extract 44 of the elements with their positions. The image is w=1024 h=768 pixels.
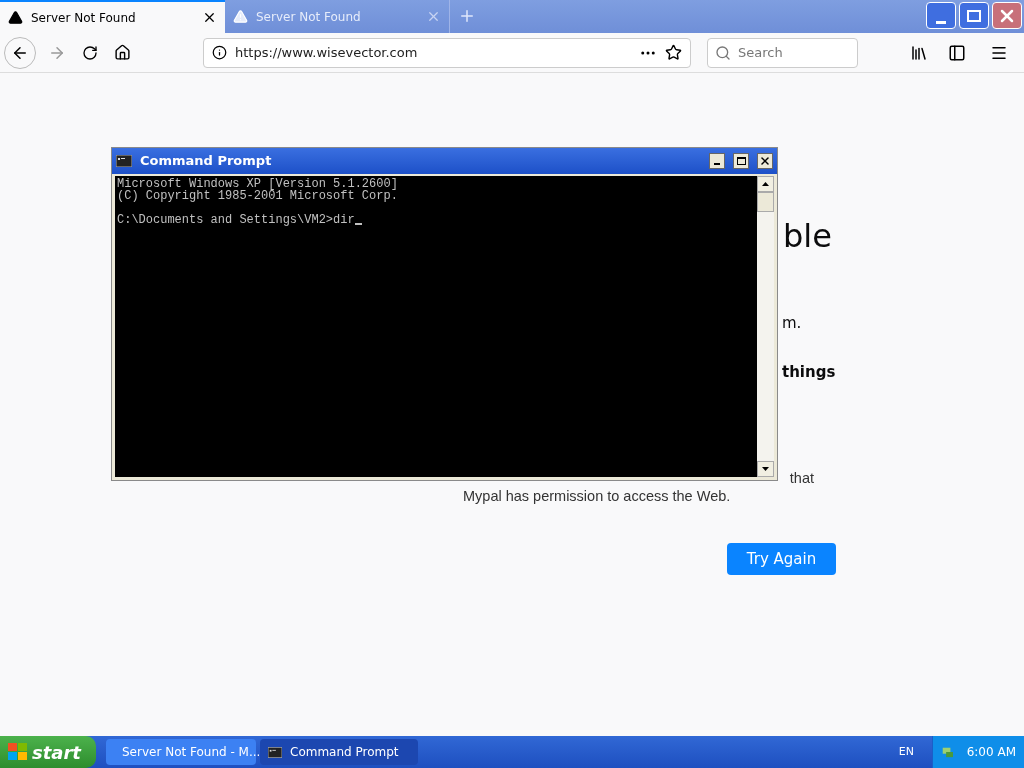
reload-icon[interactable] — [82, 44, 98, 61]
sidebar-icon[interactable] — [948, 43, 966, 62]
taskbar-button[interactable]: Command Prompt — [260, 739, 418, 765]
tab-title: Server Not Found — [31, 9, 137, 27]
restore-button[interactable] — [959, 2, 989, 29]
url-text: https://www.wisevector.com — [235, 43, 419, 62]
page-text: m. — [782, 313, 803, 334]
maximize-button[interactable] — [733, 153, 749, 169]
up-arrow-icon — [762, 182, 769, 186]
start-button[interactable]: start — [0, 736, 96, 768]
scroll-down-button[interactable] — [757, 461, 774, 477]
console-line: (C) Copyright 1985-2001 Microsoft Corp. — [117, 190, 398, 202]
console-icon — [116, 155, 132, 167]
page-title: ble — [783, 216, 833, 256]
bullet-text: that — [789, 469, 814, 487]
try-again-button[interactable]: Try Again — [727, 543, 836, 575]
browser-tab[interactable]: Server Not Found — [0, 0, 225, 33]
clock: 6:00 AM — [966, 744, 1016, 761]
bullet-text: Mypal has permission to access the Web. — [463, 487, 732, 505]
language-indicator[interactable]: EN — [898, 743, 914, 761]
close-button[interactable] — [757, 153, 773, 169]
console-line: C:\Documents and Settings\VM2>dir — [117, 214, 355, 226]
close-icon — [759, 155, 771, 167]
star-icon[interactable] — [665, 44, 682, 61]
home-icon[interactable] — [114, 44, 131, 61]
console-line: Microsoft Windows XP [Version 5.1.2600] — [117, 178, 398, 190]
info-icon[interactable] — [212, 45, 227, 60]
warning-icon — [233, 9, 248, 24]
scroll-thumb[interactable] — [757, 192, 774, 212]
library-icon[interactable] — [910, 43, 928, 62]
windows-logo-icon — [8, 743, 28, 761]
down-arrow-icon — [762, 467, 769, 471]
page-text: things — [782, 361, 837, 383]
tab-title: Server Not Found — [256, 8, 362, 26]
console-icon — [268, 746, 282, 758]
window-title: Command Prompt — [140, 152, 273, 171]
scroll-up-button[interactable] — [757, 176, 774, 192]
address-bar[interactable]: https://www.wisevector.com — [203, 37, 691, 68]
minimize-button[interactable] — [709, 153, 725, 169]
text-cursor — [354, 223, 362, 225]
warning-icon — [8, 10, 23, 25]
search-icon — [715, 44, 731, 61]
close-icon[interactable] — [202, 10, 217, 25]
search-field[interactable]: Search — [707, 37, 858, 68]
